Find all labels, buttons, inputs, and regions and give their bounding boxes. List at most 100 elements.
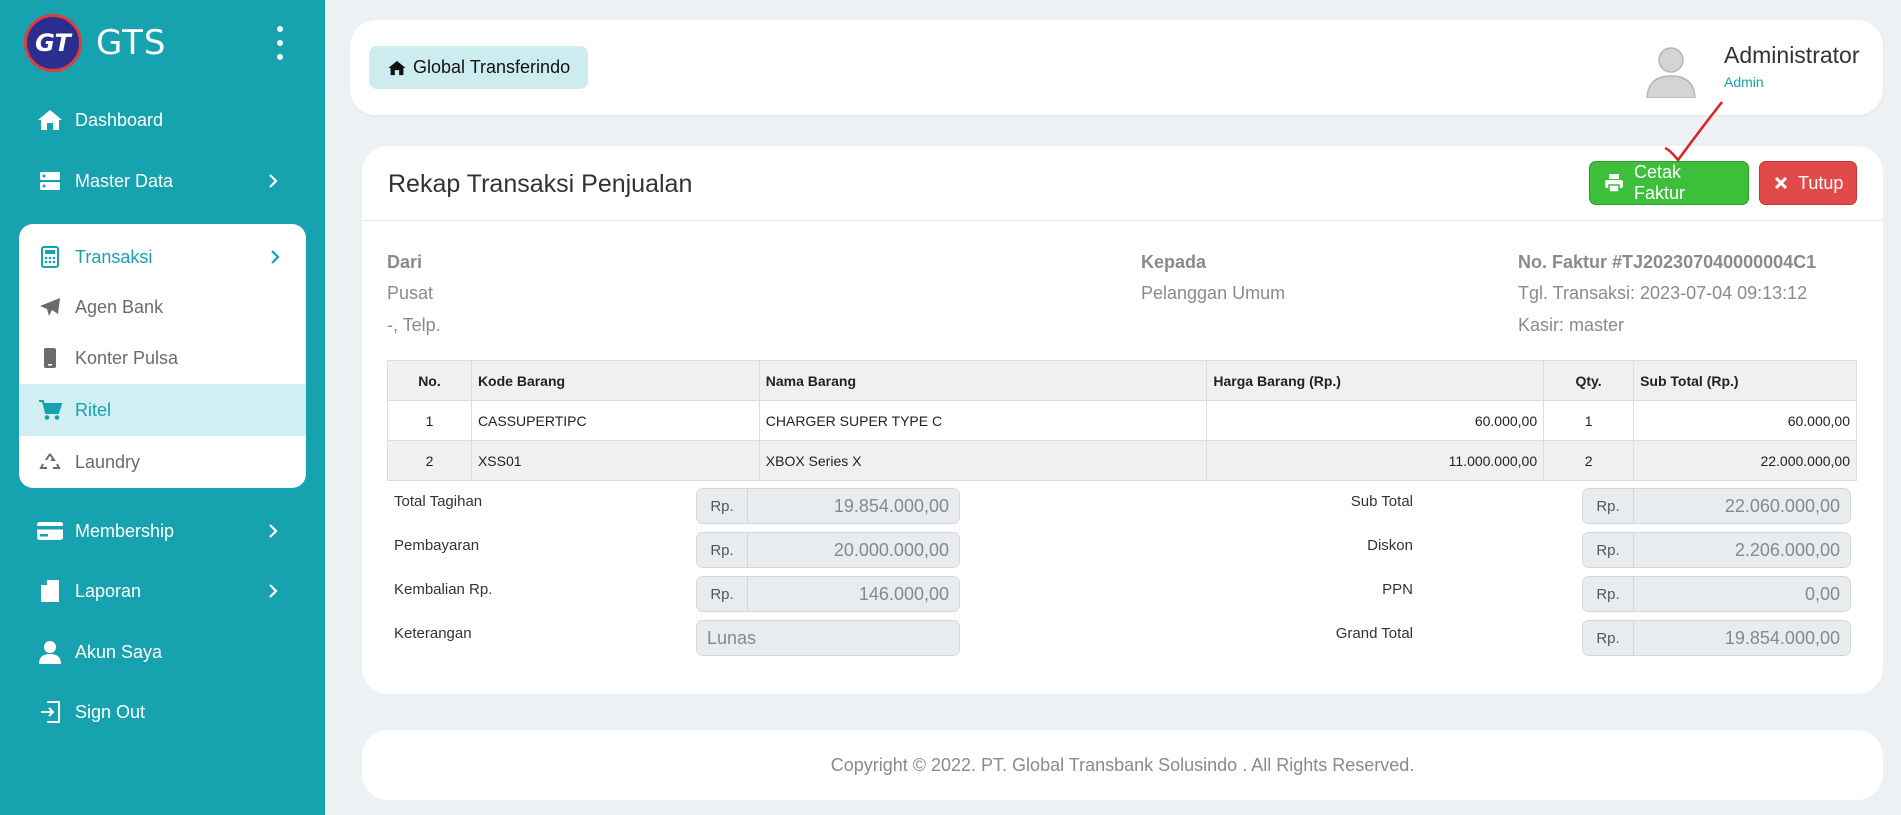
chevron-right-icon	[269, 584, 278, 598]
diskon-field[interactable]: Rp. 2.206.000,00	[1582, 532, 1851, 568]
table-row: 2 XSS01 XBOX Series X 11.000.000,00 2 22…	[387, 440, 1857, 481]
sidebar-item-master-data[interactable]: Master Data	[36, 166, 288, 196]
home-icon	[36, 107, 64, 133]
table-cell: 1	[387, 400, 472, 441]
from-contact: -, Telp.	[387, 315, 441, 335]
sidebar-item-label: Membership	[75, 520, 175, 541]
kebab-menu-icon[interactable]	[270, 26, 290, 60]
table-cell: XSS01	[470, 440, 760, 481]
sidebar-item-laundry[interactable]: Laundry	[19, 436, 306, 488]
sidebar-item-laporan[interactable]: Laporan	[36, 576, 288, 606]
user-icon	[36, 639, 64, 665]
sidebar-item-konter-pulsa[interactable]: Konter Pulsa	[19, 332, 306, 384]
kembalian-field[interactable]: Rp. 146.000,00	[696, 576, 960, 612]
table-cell: 22.000.000,00	[1633, 440, 1857, 481]
file-icon	[36, 578, 64, 604]
submenu-transaksi: Transaksi Agen Bank Konter Pulsa Ritel L…	[19, 224, 306, 488]
keterangan-field[interactable]: Lunas	[696, 620, 960, 656]
sidebar-item-sign-out[interactable]: Sign Out	[36, 697, 288, 727]
sidebar-item-label: Agen Bank	[75, 296, 164, 317]
header: Global Transferindo Administrator Admin	[350, 20, 1883, 115]
grand-total-label: Grand Total	[1335, 625, 1413, 642]
page-title: Rekap Transaksi Penjualan	[388, 170, 693, 198]
currency-prefix: Rp.	[1583, 621, 1634, 655]
sidebar-item-transaksi[interactable]: Transaksi	[19, 242, 306, 272]
currency-prefix: Rp.	[697, 533, 748, 567]
brand-title: GTS	[96, 23, 167, 63]
copyright-text: Copyright © 2022. PT. Global Transbank S…	[830, 754, 1415, 775]
sidebar-item-label: Konter Pulsa	[75, 347, 179, 368]
home-icon	[387, 59, 407, 77]
sidebar-item-ritel[interactable]: Ritel	[19, 384, 306, 436]
sidebar-item-akun-saya[interactable]: Akun Saya	[36, 637, 288, 667]
total-tagihan-value: 19.854.000,00	[748, 489, 959, 523]
user-name: Administrator	[1724, 42, 1860, 68]
currency-prefix: Rp.	[697, 577, 748, 611]
breadcrumb-label: Global Transferindo	[413, 57, 571, 77]
pembayaran-field[interactable]: Rp. 20.000.000,00	[696, 532, 960, 568]
table-cell: 1	[1543, 400, 1635, 441]
transaction-table: No. Kode Barang Nama Barang Harga Barang…	[387, 360, 1857, 481]
divider	[362, 220, 1883, 221]
sidebar-item-label: Sign Out	[75, 701, 146, 722]
table-header-row: No. Kode Barang Nama Barang Harga Barang…	[387, 360, 1857, 401]
sidebar-item-dashboard[interactable]: Dashboard	[36, 105, 288, 135]
ppn-value: 0,00	[1634, 577, 1850, 611]
table-cell: 2	[387, 440, 472, 481]
chevron-right-icon	[271, 250, 280, 264]
sidebar-item-label: Transaksi	[75, 246, 153, 267]
diskon-label: Diskon	[1367, 537, 1413, 554]
chevron-right-icon	[269, 174, 278, 188]
grand-total-value: 19.854.000,00	[1634, 621, 1850, 655]
print-invoice-button[interactable]: Cetak Faktur	[1589, 161, 1749, 205]
kembalian-value: 146.000,00	[748, 577, 959, 611]
sidebar-item-label: Laundry	[75, 451, 141, 472]
main-card: Rekap Transaksi Penjualan Cetak Faktur T…	[362, 146, 1883, 694]
table-cell: CHARGER SUPER TYPE C	[758, 400, 1208, 441]
footer: Copyright © 2022. PT. Global Transbank S…	[362, 730, 1883, 800]
brand-logo: GT	[24, 14, 82, 72]
invoice-number: No. Faktur #TJ202307040000004C1	[1518, 252, 1817, 272]
to-name: Pelanggan Umum	[1141, 283, 1286, 303]
sidebar-item-label: Laporan	[75, 580, 142, 601]
sidebar-item-label: Dashboard	[75, 109, 164, 130]
close-icon	[1774, 176, 1788, 190]
close-label: Tutup	[1798, 172, 1844, 193]
table-cell: CASSUPERTIPC	[470, 400, 760, 441]
total-tagihan-field[interactable]: Rp. 19.854.000,00	[696, 488, 960, 524]
sidebar-item-label: Ritel	[75, 399, 112, 420]
sidebar-item-membership[interactable]: Membership	[36, 516, 288, 546]
printer-icon	[1604, 173, 1624, 193]
column-header: Nama Barang	[758, 360, 1208, 401]
sidebar-item-label: Akun Saya	[75, 641, 163, 662]
to-heading: Kepada	[1141, 252, 1207, 272]
credit-card-icon	[36, 518, 64, 544]
table-cell: 60.000,00	[1633, 400, 1857, 441]
ppn-field[interactable]: Rp. 0,00	[1582, 576, 1851, 612]
close-button[interactable]: Tutup	[1759, 161, 1857, 205]
keterangan-value: Lunas	[697, 621, 959, 655]
table-row: 1 CASSUPERTIPC CHARGER SUPER TYPE C 60.0…	[387, 400, 1857, 441]
avatar[interactable]	[1642, 40, 1700, 98]
breadcrumb[interactable]: Global Transferindo	[369, 46, 589, 89]
grand-total-field[interactable]: Rp. 19.854.000,00	[1582, 620, 1851, 656]
sidebar-item-agen-bank[interactable]: Agen Bank	[19, 281, 306, 333]
subtotal-field[interactable]: Rp. 22.060.000,00	[1582, 488, 1851, 524]
calculator-icon	[36, 246, 64, 268]
currency-prefix: Rp.	[1583, 533, 1634, 567]
recycle-icon	[36, 452, 64, 472]
sidebar: GT GTS Dashboard Master Data Transaksi A…	[0, 0, 325, 815]
from-heading: Dari	[387, 252, 423, 272]
currency-prefix: Rp.	[697, 489, 748, 523]
total-tagihan-label: Total Tagihan	[394, 493, 483, 510]
chevron-right-icon	[269, 524, 278, 538]
brand[interactable]: GT GTS	[24, 14, 167, 72]
server-icon	[36, 168, 64, 194]
table-cell: XBOX Series X	[758, 440, 1208, 481]
diskon-value: 2.206.000,00	[1634, 533, 1850, 567]
currency-prefix: Rp.	[1583, 577, 1634, 611]
cashier: Kasir: master	[1518, 315, 1625, 335]
pembayaran-label: Pembayaran	[394, 537, 480, 554]
sign-out-icon	[36, 699, 64, 725]
transaction-date: Tgl. Transaksi: 2023-07-04 09:13:12	[1518, 283, 1808, 303]
